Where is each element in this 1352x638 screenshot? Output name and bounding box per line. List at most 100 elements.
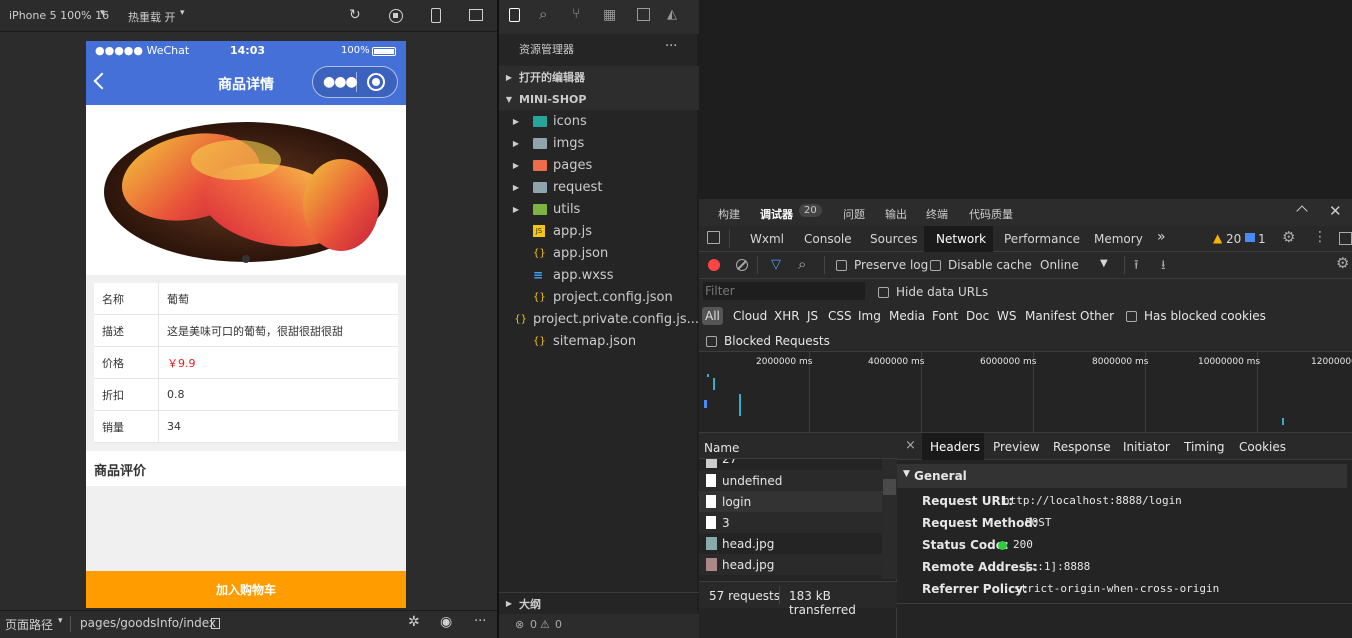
preview-icon[interactable]: [637, 8, 650, 21]
network-overview-timeline[interactable]: 2000000 ms 4000000 ms 6000000 ms 8000000…: [699, 352, 1352, 433]
bug-icon[interactable]: ✲: [408, 614, 420, 630]
request-row[interactable]: 3: [699, 512, 882, 533]
tab-preview[interactable]: Preview: [993, 440, 1040, 454]
hide-data-urls-checkbox[interactable]: [878, 285, 889, 299]
more-icon[interactable]: ···: [474, 614, 486, 629]
close-detail-icon[interactable]: ×: [905, 438, 916, 453]
page-path-label[interactable]: 页面路径: [5, 616, 53, 633]
tree-item-sitemap[interactable]: {} sitemap.json: [499, 330, 699, 352]
type-media[interactable]: Media: [889, 309, 925, 323]
request-row[interactable]: head.jpg: [699, 533, 882, 554]
tab-build[interactable]: 构建: [718, 206, 740, 222]
settings-gear-icon[interactable]: ⚙: [1282, 228, 1295, 246]
tab-initiator[interactable]: Initiator: [1123, 440, 1170, 454]
tree-item-icons[interactable]: ▶ icons: [499, 110, 699, 132]
eye-icon[interactable]: ◉: [440, 614, 452, 630]
tree-item-utils[interactable]: ▶ utils: [499, 198, 699, 220]
refresh-icon[interactable]: ↻: [349, 7, 361, 23]
more-dots-icon[interactable]: ●●●: [323, 74, 358, 90]
general-section-header[interactable]: ▼ General: [897, 464, 1347, 488]
search-icon[interactable]: ⌕: [798, 255, 806, 273]
tab-sources[interactable]: Sources: [870, 232, 917, 246]
type-img[interactable]: Img: [858, 309, 881, 323]
type-js[interactable]: JS: [807, 309, 818, 323]
docker-icon[interactable]: ◭: [667, 7, 677, 22]
window-icon[interactable]: [469, 9, 483, 21]
warning-count[interactable]: 20: [1226, 232, 1241, 246]
tab-cookies[interactable]: Cookies: [1239, 440, 1286, 454]
collapse-icon[interactable]: [1296, 205, 1308, 217]
type-other[interactable]: Other: [1080, 309, 1114, 323]
request-list-scrollbar[interactable]: [882, 459, 897, 579]
hot-reload-toggle[interactable]: 热重载 开: [128, 9, 176, 25]
blocked-requests-checkbox[interactable]: [706, 334, 717, 348]
tab-headers[interactable]: Headers: [930, 440, 980, 454]
export-har-icon[interactable]: ⭳: [1161, 256, 1166, 278]
close-icon[interactable]: ✕: [1329, 202, 1342, 220]
request-row-selected[interactable]: login: [699, 491, 882, 512]
dock-icon[interactable]: [1339, 232, 1352, 245]
source-control-icon[interactable]: ⑂: [572, 6, 580, 22]
request-row[interactable]: head.jpg: [699, 554, 882, 575]
open-editors-section[interactable]: ▶ 打开的编辑器: [499, 66, 699, 88]
tree-item-app-js[interactable]: JS app.js: [499, 220, 699, 242]
tab-issues[interactable]: 问题: [843, 206, 865, 222]
type-cloud[interactable]: Cloud: [733, 309, 767, 323]
device-select[interactable]: iPhone 5 100% 16: [9, 9, 109, 22]
type-ws[interactable]: WS: [997, 309, 1016, 323]
copy-icon[interactable]: [211, 618, 220, 629]
throttle-select[interactable]: Online: [1040, 258, 1079, 272]
files-icon[interactable]: [509, 8, 520, 22]
message-count[interactable]: 1: [1258, 232, 1266, 246]
status-bar-problems[interactable]: ⊗ 0 ⚠ 0: [499, 614, 699, 638]
outline-section[interactable]: ▶ 大纲: [499, 592, 699, 614]
type-font[interactable]: Font: [932, 309, 958, 323]
explorer-more-button[interactable]: ···: [665, 39, 677, 54]
close-mini-program-icon[interactable]: [367, 73, 385, 91]
tree-item-pages[interactable]: ▶ pages: [499, 154, 699, 176]
kebab-menu-icon[interactable]: ⋮: [1313, 229, 1327, 245]
tab-terminal[interactable]: 终端: [926, 206, 948, 222]
type-doc[interactable]: Doc: [966, 309, 989, 323]
tree-item-project-config[interactable]: {} project.config.json: [499, 286, 699, 308]
tab-performance[interactable]: Performance: [1004, 232, 1080, 246]
tab-debugger[interactable]: 调试器: [760, 206, 793, 222]
preserve-log-checkbox[interactable]: [836, 258, 847, 272]
disable-cache-checkbox[interactable]: [930, 258, 941, 272]
phone-icon[interactable]: [431, 8, 441, 23]
tree-item-imgs[interactable]: ▶ imgs: [499, 132, 699, 154]
tab-output[interactable]: 输出: [885, 206, 907, 222]
product-image-swiper[interactable]: [86, 105, 406, 275]
extensions-icon[interactable]: ▦: [603, 7, 616, 23]
tree-item-app-wxss[interactable]: ≡ app.wxss: [499, 264, 699, 286]
tab-wxml[interactable]: Wxml: [750, 232, 784, 246]
tab-console[interactable]: Console: [804, 232, 852, 246]
name-column-header[interactable]: Name: [699, 433, 897, 459]
tree-item-app-json[interactable]: {} app.json: [499, 242, 699, 264]
type-xhr[interactable]: XHR: [774, 309, 800, 323]
tree-item-project-private-config[interactable]: {} project.private.config.js...: [499, 308, 699, 330]
request-row[interactable]: undefined: [699, 470, 882, 491]
has-blocked-cookies-checkbox[interactable]: [1126, 309, 1137, 323]
tab-response[interactable]: Response: [1053, 440, 1111, 454]
tab-code-quality[interactable]: 代码质量: [969, 206, 1013, 222]
record-icon[interactable]: [708, 259, 720, 271]
search-icon[interactable]: ⌕: [539, 5, 547, 23]
request-row[interactable]: 27: [699, 459, 882, 470]
type-manifest[interactable]: Manifest: [1025, 309, 1076, 323]
project-section[interactable]: ▼ MINI-SHOP: [499, 88, 699, 110]
type-css[interactable]: CSS: [828, 309, 852, 323]
network-settings-icon[interactable]: ⚙: [1336, 254, 1349, 272]
add-to-cart-button[interactable]: 加入购物车: [86, 571, 406, 608]
tab-memory[interactable]: Memory: [1094, 232, 1143, 246]
more-tabs-icon[interactable]: »: [1157, 229, 1166, 245]
stop-icon[interactable]: [389, 9, 403, 23]
import-har-icon[interactable]: ⭱: [1134, 256, 1139, 278]
inspect-icon[interactable]: [707, 231, 720, 244]
tab-timing[interactable]: Timing: [1184, 440, 1225, 454]
tree-item-request[interactable]: ▶ request: [499, 176, 699, 198]
filter-icon[interactable]: ▽: [771, 257, 781, 272]
clear-icon[interactable]: [736, 259, 748, 271]
type-all[interactable]: All: [702, 307, 723, 325]
tab-network[interactable]: Network: [936, 232, 986, 246]
